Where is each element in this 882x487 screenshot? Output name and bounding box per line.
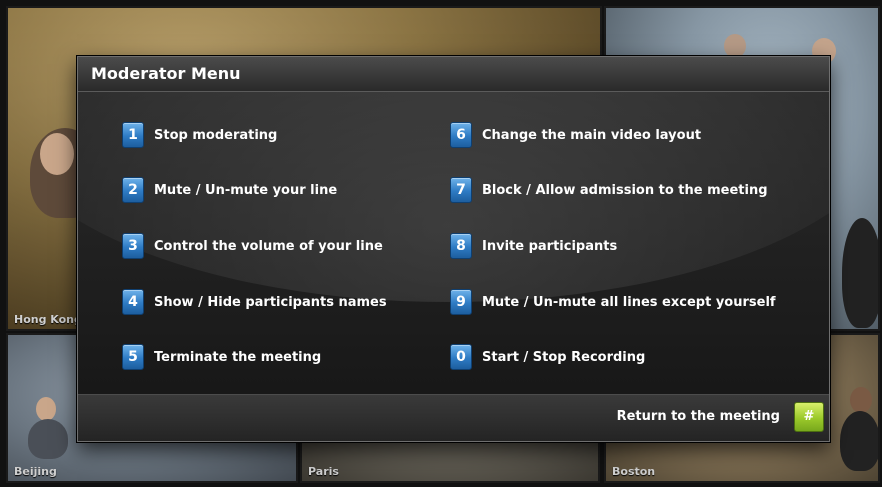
menu-item-change-layout[interactable]: 6 Change the main video layout: [450, 122, 701, 148]
menu-item-terminate-meeting[interactable]: 5 Terminate the meeting: [122, 344, 321, 370]
menu-item-label: Start / Stop Recording: [482, 349, 646, 365]
key-8-button[interactable]: 8: [450, 233, 472, 259]
menu-item-show-hide-names[interactable]: 4 Show / Hide participants names: [122, 289, 387, 315]
participant-figure: [842, 218, 878, 328]
tile-label-beijing: Beijing: [14, 465, 57, 478]
key-1-button[interactable]: 1: [122, 122, 144, 148]
menu-item-label: Show / Hide participants names: [154, 294, 387, 310]
menu-item-label: Mute / Un-mute all lines except yourself: [482, 294, 776, 310]
tile-label-boston: Boston: [612, 465, 656, 478]
menu-item-invite-participants[interactable]: 8 Invite participants: [450, 233, 617, 259]
menu-item-label: Terminate the meeting: [154, 349, 322, 365]
menu-item-mute-all-lines[interactable]: 9 Mute / Un-mute all lines except yourse…: [450, 289, 776, 315]
participant-face: [40, 133, 74, 175]
menu-item-label: Invite participants: [482, 238, 618, 254]
return-to-meeting-label[interactable]: Return to the meeting: [617, 409, 780, 424]
participant-face: [850, 387, 872, 413]
key-4-button[interactable]: 4: [122, 289, 144, 315]
tile-label-paris: Paris: [308, 465, 339, 478]
menu-title: Moderator Menu: [91, 64, 241, 83]
participant-face: [36, 397, 56, 421]
menu-item-block-admission[interactable]: 7 Block / Allow admission to the meeting: [450, 177, 768, 203]
menu-item-control-volume[interactable]: 3 Control the volume of your line: [122, 233, 383, 259]
key-9-button[interactable]: 9: [450, 289, 472, 315]
video-conference-screen: Hong Kong Beijing Paris Boston Moderator…: [0, 0, 882, 487]
hash-key-button[interactable]: #: [794, 402, 824, 432]
key-0-button[interactable]: 0: [450, 344, 472, 370]
tile-label-hong-kong: Hong Kong: [14, 313, 82, 326]
menu-item-stop-moderating[interactable]: 1 Stop moderating: [122, 122, 277, 148]
menu-header: Moderator Menu: [78, 57, 829, 92]
menu-item-mute-your-line[interactable]: 2 Mute / Un-mute your line: [122, 177, 337, 203]
key-7-button[interactable]: 7: [450, 177, 472, 203]
key-3-button[interactable]: 3: [122, 233, 144, 259]
menu-footer: Return to the meeting #: [78, 394, 829, 441]
menu-item-label: Change the main video layout: [482, 127, 702, 143]
menu-item-label: Block / Allow admission to the meeting: [482, 182, 768, 198]
menu-item-label: Mute / Un-mute your line: [154, 182, 338, 198]
menu-item-start-stop-recording[interactable]: 0 Start / Stop Recording: [450, 344, 645, 370]
key-6-button[interactable]: 6: [450, 122, 472, 148]
moderator-menu-dialog: Moderator Menu 1 Stop moderating 2 Mute …: [77, 56, 830, 442]
menu-body: 1 Stop moderating 2 Mute / Un-mute your …: [78, 92, 829, 394]
participant-figure: [28, 419, 68, 459]
menu-item-label: Control the volume of your line: [154, 238, 383, 254]
key-2-button[interactable]: 2: [122, 177, 144, 203]
menu-item-label: Stop moderating: [154, 127, 278, 143]
participant-figure: [840, 411, 878, 471]
participant-face: [724, 34, 746, 58]
key-5-button[interactable]: 5: [122, 344, 144, 370]
